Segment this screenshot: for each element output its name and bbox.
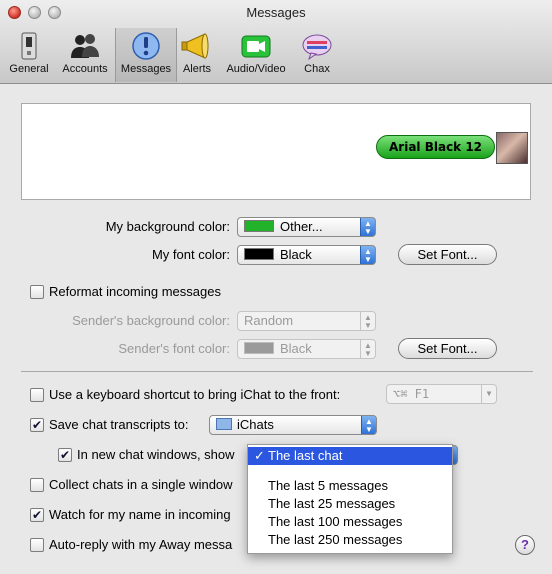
sender-font-value: Black [280, 341, 312, 356]
sender-font-label: Sender's font color: [118, 341, 230, 356]
menu-item-label: The last chat [268, 448, 343, 463]
menu-item-last-5[interactable]: The last 5 messages [248, 477, 452, 495]
auto-reply-label: Auto-reply with my Away messa [49, 537, 233, 552]
switch-icon [21, 32, 37, 60]
chevron-down-icon: ▼ [481, 385, 496, 403]
toolbar-chax[interactable]: Chax [296, 28, 338, 82]
menu-item-last-100[interactable]: The last 100 messages [248, 513, 452, 531]
toolbar-label: Alerts [182, 63, 212, 75]
toolbar-general[interactable]: General [4, 28, 54, 82]
watch-name-label: Watch for my name in incoming [49, 507, 231, 522]
transcripts-checkbox[interactable]: ✔ [30, 418, 44, 432]
shortcut-label: Use a keyboard shortcut to bring iChat t… [49, 387, 341, 402]
new-windows-label: In new chat windows, show [77, 447, 235, 462]
background-color-popup[interactable]: Other... ▲ ▼ [237, 217, 376, 237]
menu-item-label: The last 250 messages [268, 532, 403, 547]
font-color-popup[interactable]: Black ▲ ▼ [237, 245, 376, 265]
history-menu: ✓ The last chat The last 5 messages The l… [247, 444, 453, 554]
menu-item-last-chat[interactable]: ✓ The last chat [248, 447, 452, 465]
chax-icon [302, 34, 332, 61]
new-windows-checkbox[interactable]: ✔ [58, 448, 72, 462]
transcripts-folder-popup[interactable]: iChats ▲ ▼ [209, 415, 377, 435]
collect-label: Collect chats in a single window [49, 477, 233, 492]
toolbar-label: Accounts [62, 63, 108, 75]
popup-arrows-icon: ▲▼ [360, 312, 375, 330]
avatar [496, 132, 528, 164]
exclamation-icon [132, 32, 160, 60]
popup-arrows-icon: ▲▼ [360, 218, 375, 236]
watch-name-checkbox[interactable]: ✔ [30, 508, 44, 522]
toolbar-label: Messages [120, 63, 172, 75]
folder-icon [216, 418, 232, 430]
window-chrome: Messages General Accounts Messages Alert… [0, 0, 552, 84]
color-swatch [244, 220, 274, 232]
shortcut-checkbox[interactable] [30, 388, 44, 402]
color-swatch [244, 342, 274, 354]
font-color-label: My font color: [151, 247, 230, 262]
toolbar-messages[interactable]: Messages [115, 28, 177, 82]
transcripts-label: Save chat transcripts to: [49, 417, 189, 432]
set-font-button[interactable]: Set Font... [398, 244, 497, 265]
menu-item-last-250[interactable]: The last 250 messages [248, 531, 452, 549]
transcripts-folder-value: iChats [237, 417, 274, 432]
shortcut-value: ⌥⌘ F1 [393, 387, 430, 401]
sample-message-bubble: Arial Black 12 [376, 135, 496, 159]
toolbar-label: Chax [304, 63, 330, 75]
toolbar-label: General [9, 63, 49, 75]
toolbar-label: Audio/Video [226, 63, 286, 75]
background-color-label: My background color: [105, 219, 230, 234]
sender-background-popup[interactable]: Random ▲ ▼ [237, 311, 376, 331]
menu-item-label: The last 5 messages [268, 478, 388, 493]
popup-arrows-icon: ▲▼ [361, 416, 376, 434]
window-title: Messages [246, 5, 306, 20]
sender-background-label: Sender's background color: [72, 313, 230, 328]
megaphone-icon [181, 33, 209, 59]
sender-font-popup[interactable]: Black ▲ ▼ [237, 339, 376, 359]
toolbar-audio-video[interactable]: Audio/Video [219, 28, 293, 82]
people-icon [71, 34, 99, 58]
reformat-label: Reformat incoming messages [49, 284, 221, 299]
auto-reply-checkbox[interactable] [30, 538, 44, 552]
collect-checkbox[interactable] [30, 478, 44, 492]
video-camera-icon [241, 35, 271, 58]
menu-item-last-25[interactable]: The last 25 messages [248, 495, 452, 513]
popup-arrows-icon: ▲▼ [360, 246, 375, 264]
menu-item-label: The last 100 messages [268, 514, 403, 529]
toolbar-alerts[interactable]: Alerts [178, 28, 216, 82]
sender-background-value: Random [244, 313, 294, 328]
toolbar-accounts[interactable]: Accounts [57, 28, 113, 82]
chat-preview: Arial Black 12 [21, 103, 531, 200]
reformat-checkbox[interactable] [30, 285, 44, 299]
font-color-value: Black [280, 247, 312, 262]
popup-arrows-icon: ▲▼ [360, 340, 375, 358]
background-color-value: Other... [280, 219, 323, 234]
sender-set-font-button[interactable]: Set Font... [398, 338, 497, 359]
checkmark-icon: ✓ [254, 448, 265, 463]
shortcut-combo[interactable]: ⌥⌘ F1 ▼ [386, 384, 497, 404]
separator [21, 371, 533, 372]
color-swatch [244, 248, 274, 260]
menu-item-label: The last 25 messages [268, 496, 396, 511]
help-button[interactable]: ? [515, 535, 535, 555]
